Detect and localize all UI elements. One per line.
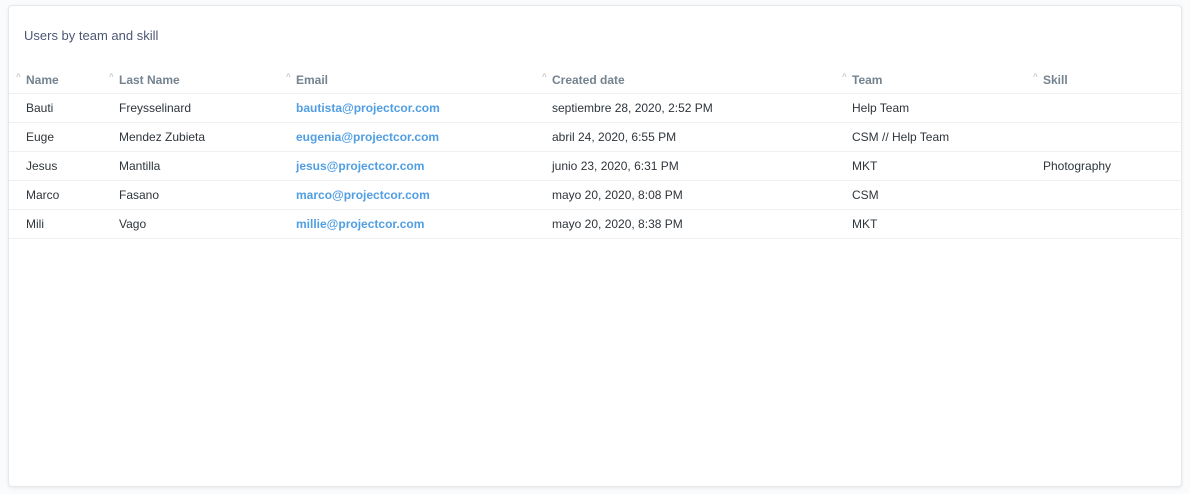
sort-arrow-icon: ^ [109,71,114,81]
sort-arrow-icon: ^ [542,71,547,81]
cell-email-link[interactable]: millie@projectcor.com [296,210,424,238]
cell-team[interactable]: CSM [852,181,879,209]
column-header-email[interactable]: ^ Email [286,66,328,93]
table-row: Jesus Mantilla jesus@projectcor.com juni… [9,152,1183,181]
sort-arrow-icon: ^ [286,71,291,81]
cell-created-date[interactable]: septiembre 28, 2020, 2:52 PM [552,94,713,122]
cell-skill[interactable]: Photography [1043,152,1111,180]
column-header-created-date[interactable]: ^ Created date [542,66,625,93]
cell-email-link[interactable]: bautista@projectcor.com [296,94,440,122]
card-title[interactable]: Users by team and skill [24,28,158,43]
cell-created-date[interactable]: mayo 20, 2020, 8:38 PM [552,210,683,238]
cell-last-name[interactable]: Fasano [119,181,159,209]
cell-name[interactable]: Jesus [26,152,57,180]
column-header-name[interactable]: ^ Name [16,66,59,93]
column-header-label: Email [296,72,329,87]
cell-email-link[interactable]: marco@projectcor.com [296,181,430,209]
cell-email-link[interactable]: jesus@projectcor.com [296,152,424,180]
cell-last-name[interactable]: Vago [119,210,146,238]
table-row: Bauti Freysselinard bautista@projectcor.… [9,94,1183,123]
table-row: Mili Vago millie@projectcor.com mayo 20,… [9,210,1183,239]
column-header-label: Name [26,72,59,87]
cell-last-name[interactable]: Mendez Zubieta [119,123,205,151]
cell-team[interactable]: MKT [852,152,877,180]
cell-email-link[interactable]: eugenia@projectcor.com [296,123,439,151]
column-header-skill[interactable]: ^ Skill [1033,66,1068,93]
users-table: ^ Name ^ Last Name ^ Email ^ Created dat… [9,66,1183,239]
cell-team[interactable]: CSM // Help Team [852,123,949,151]
column-header-label: Team [852,72,883,87]
column-header-team[interactable]: ^ Team [842,66,882,93]
cell-name[interactable]: Bauti [26,94,53,122]
column-header-last-name[interactable]: ^ Last Name [109,66,180,93]
cell-name[interactable]: Mili [26,210,44,238]
table-row: Marco Fasano marco@projectcor.com mayo 2… [9,181,1183,210]
cell-created-date[interactable]: mayo 20, 2020, 8:08 PM [552,181,683,209]
table-header: ^ Name ^ Last Name ^ Email ^ Created dat… [9,66,1183,94]
sort-arrow-icon: ^ [1033,71,1038,81]
cell-team[interactable]: MKT [852,210,877,238]
cell-name[interactable]: Euge [26,123,54,151]
cell-last-name[interactable]: Mantilla [119,152,160,180]
column-header-label: Created date [552,72,625,87]
cell-created-date[interactable]: abril 24, 2020, 6:55 PM [552,123,676,151]
cell-created-date[interactable]: junio 23, 2020, 6:31 PM [552,152,679,180]
sort-arrow-icon: ^ [842,71,847,81]
cell-last-name[interactable]: Freysselinard [119,94,191,122]
dashboard-card: Users by team and skill ^ Name ^ Last Na… [8,5,1183,487]
column-header-label: Skill [1043,72,1068,87]
sort-arrow-icon: ^ [16,71,21,81]
column-header-label: Last Name [119,72,180,87]
table-row: Euge Mendez Zubieta eugenia@projectcor.c… [9,123,1183,152]
cell-name[interactable]: Marco [26,181,59,209]
cell-team[interactable]: Help Team [852,94,909,122]
